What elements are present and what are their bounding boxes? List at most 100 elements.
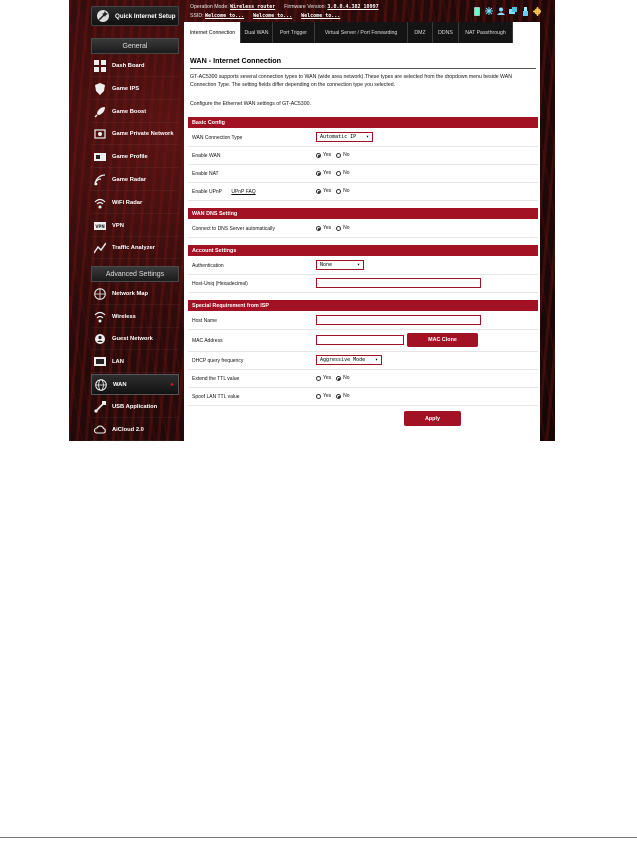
sidebar-item-wifi-radar[interactable]: WiFi Radar	[91, 193, 179, 214]
enable-wan-no-radio[interactable]: No	[336, 152, 350, 158]
page-description: GT-AC5300 supports several connection ty…	[190, 74, 512, 89]
sidebar-item-traffic-analyzer[interactable]: Traffic Analyzer	[91, 238, 179, 260]
extend-ttl-radios: Yes No	[316, 375, 355, 381]
connect-dns-no-radio[interactable]: No	[336, 225, 350, 231]
wan-connection-type-row: WAN Connection Type Automatic IP ▾	[188, 129, 538, 147]
host-uniq-input[interactable]	[316, 278, 481, 288]
enable-upnp-yes-radio[interactable]: Yes	[316, 188, 331, 194]
guest-network-icon	[93, 332, 107, 346]
connect-dns-yes-radio[interactable]: Yes	[316, 225, 331, 231]
gear-icon[interactable]	[533, 6, 541, 16]
radio-label: Yes	[323, 170, 332, 176]
sidebar-item-dash-board[interactable]: Dash Board	[91, 56, 179, 77]
upnp-faq-link[interactable]: UPnP FAQ	[231, 189, 255, 195]
radio-circle	[336, 152, 342, 158]
tab-virtual-server[interactable]: Virtual Server / Port Forwarding	[315, 22, 408, 43]
extend-ttl-yes-radio[interactable]: Yes	[316, 375, 331, 381]
usb-icon[interactable]	[521, 6, 529, 16]
network-icon[interactable]	[509, 6, 517, 16]
radio-label: No	[343, 393, 350, 399]
sidebar-item-game-radar[interactable]: Game Radar	[91, 170, 179, 191]
radio-label: No	[343, 152, 350, 158]
radio-circle	[316, 393, 321, 399]
tab-dmz[interactable]: DMZ	[408, 22, 433, 43]
tab-internet-connection[interactable]: Internet Connection	[185, 22, 241, 43]
sidebar-item-wan[interactable]: WAN ▸	[91, 374, 179, 396]
radio-circle	[336, 170, 342, 176]
tab-ddns[interactable]: DDNS	[433, 22, 459, 43]
active-arrow-icon: ▸	[170, 382, 174, 389]
sim-icon[interactable]	[473, 6, 481, 16]
sidebar-item-game-private-network[interactable]: Game Private Network	[91, 124, 179, 146]
host-name-input[interactable]	[316, 315, 481, 325]
enable-wan-yes-radio[interactable]: Yes	[316, 152, 331, 158]
extend-ttl-row: Extend the TTL value Yes No	[188, 370, 538, 388]
connect-dns-label: Connect to DNS Server automatically	[192, 226, 275, 232]
usb-app-icon	[93, 400, 107, 414]
enable-upnp-no-radio[interactable]: No	[336, 188, 350, 194]
spoof-ttl-radios: Yes No	[316, 393, 355, 399]
spoof-ttl-yes-radio[interactable]: Yes	[316, 393, 331, 399]
spoof-ttl-label: Spoof LAN TTL value	[192, 394, 240, 400]
apply-button[interactable]: Apply	[404, 411, 461, 426]
wan-connection-type-select[interactable]: Automatic IP ▾	[316, 132, 373, 142]
sidebar-item-aicloud-2-0[interactable]: AiCloud 2.0	[91, 420, 179, 441]
private-network-icon	[93, 127, 107, 141]
snowflake-icon[interactable]	[485, 6, 493, 16]
radar-icon	[93, 173, 107, 187]
radio-circle	[316, 225, 321, 231]
extend-ttl-no-radio[interactable]: No	[336, 375, 350, 381]
sidebar-item-game-profile[interactable]: Game Profile	[91, 147, 179, 169]
chevron-down-icon: ▾	[374, 357, 378, 363]
radio-circle	[336, 393, 342, 399]
radio-label: No	[343, 170, 350, 176]
wand-icon	[95, 8, 111, 24]
host-uniq-row: Host-Uniq (Hexadecimal)	[188, 275, 538, 293]
sidebar-item-game-ips[interactable]: Game IPS	[91, 79, 179, 100]
advanced-settings-heading: Advanced Settings	[91, 266, 179, 282]
operation-mode-link[interactable]: Wireless router	[230, 4, 275, 10]
ssid-link-2[interactable]: Welcome to...	[253, 13, 292, 19]
tab-dual-wan[interactable]: Dual WAN	[241, 22, 273, 43]
sidebar-item-label: Traffic Analyzer	[112, 245, 155, 252]
enable-nat-label: Enable NAT	[192, 171, 219, 177]
quick-internet-setup-button[interactable]: Quick Internet Setup	[91, 6, 179, 26]
status-icons	[473, 6, 541, 16]
sidebar-item-guest-network[interactable]: Guest Network	[91, 329, 179, 351]
chevron-down-icon: ▾	[365, 134, 369, 140]
host-name-label: Host Name	[192, 318, 218, 324]
radio-label: Yes	[323, 375, 332, 381]
enable-nat-no-radio[interactable]: No	[336, 170, 350, 176]
sidebar-item-vpn[interactable]: VPN VPN	[91, 216, 179, 237]
sidebar-item-game-boost[interactable]: Game Boost	[91, 102, 179, 123]
spoof-ttl-no-radio[interactable]: No	[336, 393, 350, 399]
authentication-value: None	[320, 262, 333, 268]
tab-nat-passthrough[interactable]: NAT Passthrough	[459, 22, 513, 43]
authentication-row: Authentication None ▾	[188, 257, 538, 275]
ssid-link-1[interactable]: Welcome to...	[205, 13, 244, 19]
network-map-icon	[93, 287, 107, 301]
sidebar-item-usb-application[interactable]: USB Application	[91, 397, 179, 418]
sidebar-item-wireless[interactable]: Wireless	[91, 307, 179, 328]
mac-clone-button[interactable]: MAC Clone	[407, 333, 478, 347]
enable-nat-yes-radio[interactable]: Yes	[316, 170, 331, 176]
enable-wan-label: Enable WAN	[192, 153, 221, 159]
tab-port-trigger[interactable]: Port Trigger	[273, 22, 315, 43]
mac-address-input[interactable]	[316, 335, 404, 345]
enable-wan-radios: Yes No	[316, 152, 355, 158]
connect-dns-row: Connect to DNS Server automatically Yes N…	[188, 220, 538, 238]
firmware-version-link[interactable]: 3.0.0.4.382_10997	[327, 4, 378, 10]
dhcp-frequency-select[interactable]: Aggressive Mode ▾	[316, 355, 382, 365]
user-icon[interactable]	[497, 6, 505, 16]
sidebar-item-network-map[interactable]: Network Map	[91, 284, 179, 305]
wireless-icon	[93, 310, 107, 324]
sidebar-item-label: Network Map	[112, 291, 149, 297]
vpn-icon: VPN	[93, 219, 107, 233]
radio-circle	[316, 375, 321, 381]
authentication-select[interactable]: None ▾	[316, 260, 364, 270]
sidebar-item-lan[interactable]: LAN	[91, 352, 179, 373]
radio-label: Yes	[323, 393, 332, 399]
sidebar-item-label: AiCloud 2.0	[112, 426, 144, 433]
ssid-link-3[interactable]: Welcome to...	[301, 13, 340, 19]
tab-bar: Internet Connection Dual WAN Port Trigge…	[185, 22, 541, 43]
